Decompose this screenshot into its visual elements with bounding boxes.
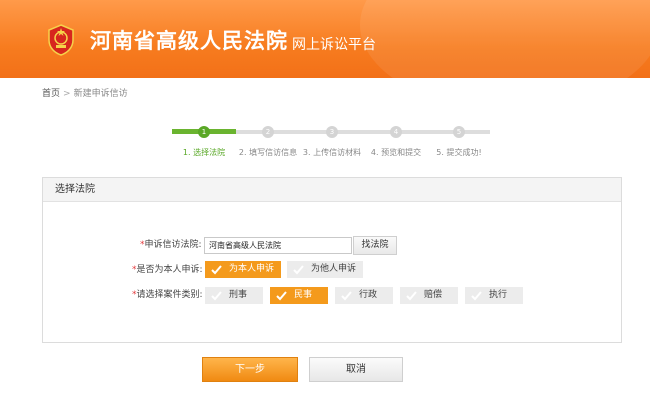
find-court-button[interactable]: 找法院 (353, 236, 397, 255)
other-appeal-option[interactable]: 为他人申诉 (287, 261, 363, 278)
panel-title: 选择法院 (55, 184, 95, 195)
step-label-1: 1. 选择法院 (182, 148, 226, 157)
case-type-criminal-option[interactable]: 刑事 (205, 287, 263, 304)
court-input[interactable] (204, 237, 352, 254)
step-dot-5: 5 (453, 126, 465, 138)
check-icon (276, 291, 287, 301)
court-label: *申诉信访法院: (140, 240, 202, 250)
case-type-label: *请选择案件类别: (132, 290, 203, 300)
step-dot-3: 3 (326, 126, 338, 138)
case-type-execution-option[interactable]: 执行 (465, 287, 523, 304)
step-label-5: 5. 提交成功! (436, 148, 482, 157)
step-progress: 1 2 3 4 5 1. 选择法院 2. 填写信访信息 3. 上传信访材料 4.… (0, 0, 650, 170)
check-icon (471, 291, 482, 301)
step-dot-2: 2 (262, 126, 274, 138)
case-type-administrative-option[interactable]: 行政 (335, 287, 393, 304)
self-appeal-label: *是否为本人申诉: (132, 265, 203, 275)
check-icon (406, 291, 417, 301)
check-icon (293, 265, 304, 275)
check-icon (211, 291, 222, 301)
panel-header: 选择法院 (43, 178, 621, 202)
case-type-civil-option[interactable]: 民事 (270, 287, 328, 304)
select-court-panel: 选择法院 (42, 177, 622, 343)
step-label-3: 3. 上传信访材料 (302, 148, 362, 157)
cancel-button[interactable]: 取消 (309, 357, 403, 382)
self-appeal-option[interactable]: 为本人申诉 (205, 261, 281, 278)
step-dot-1: 1 (198, 126, 210, 138)
step-label-4: 4. 预览和提交 (370, 148, 422, 157)
step-dot-4: 4 (390, 126, 402, 138)
step-label-2: 2. 填写信访信息 (238, 148, 298, 157)
case-type-compensation-option[interactable]: 赔偿 (400, 287, 458, 304)
check-icon (341, 291, 352, 301)
next-step-button[interactable]: 下一步 (202, 357, 298, 382)
check-icon (211, 265, 222, 275)
